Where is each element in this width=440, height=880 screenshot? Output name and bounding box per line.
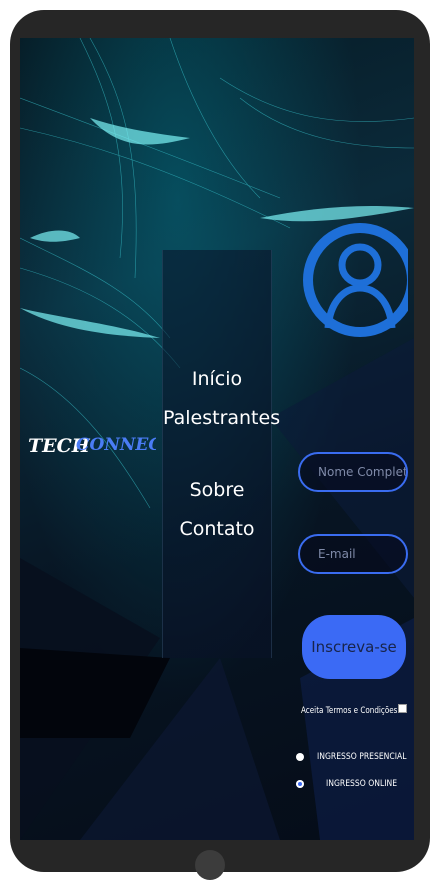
subscribe-button[interactable]: Inscreva-se [302, 615, 406, 679]
ticket-option-online[interactable]: INGRESSO ONLINE [296, 778, 414, 794]
nav-menu: Início Palestrantes Sobre Contato [162, 250, 280, 658]
home-button[interactable] [195, 850, 225, 880]
ticket-option-presencial[interactable]: INGRESSO PRESENCIAL [296, 751, 414, 767]
app-screen: TECH CONNECT Início Palestrantes Sobre C… [20, 38, 414, 840]
nav-link-palestrantes[interactable]: Palestrantes [163, 406, 280, 430]
terms-row: Aceita Termos e Condições [296, 704, 414, 720]
nav-link-inicio[interactable]: Início [163, 367, 271, 391]
terms-label: Aceita Termos e Condições [301, 706, 398, 716]
radio-presencial[interactable] [296, 753, 304, 761]
radio-online[interactable] [296, 780, 304, 788]
ticket-label-online: INGRESSO ONLINE [326, 779, 398, 789]
nav-link-sobre[interactable]: Sobre [163, 478, 271, 502]
user-circle-icon [303, 223, 408, 337]
nav-link-contato[interactable]: Contato [163, 517, 271, 541]
svg-text:CONNECT: CONNECT [76, 435, 156, 455]
techconnect-logo: TECH CONNECT [28, 435, 156, 457]
ticket-label-presencial: INGRESSO PRESENCIAL [317, 752, 407, 762]
email-input[interactable] [298, 534, 408, 574]
terms-checkbox[interactable] [398, 704, 407, 713]
name-input[interactable] [298, 452, 408, 492]
